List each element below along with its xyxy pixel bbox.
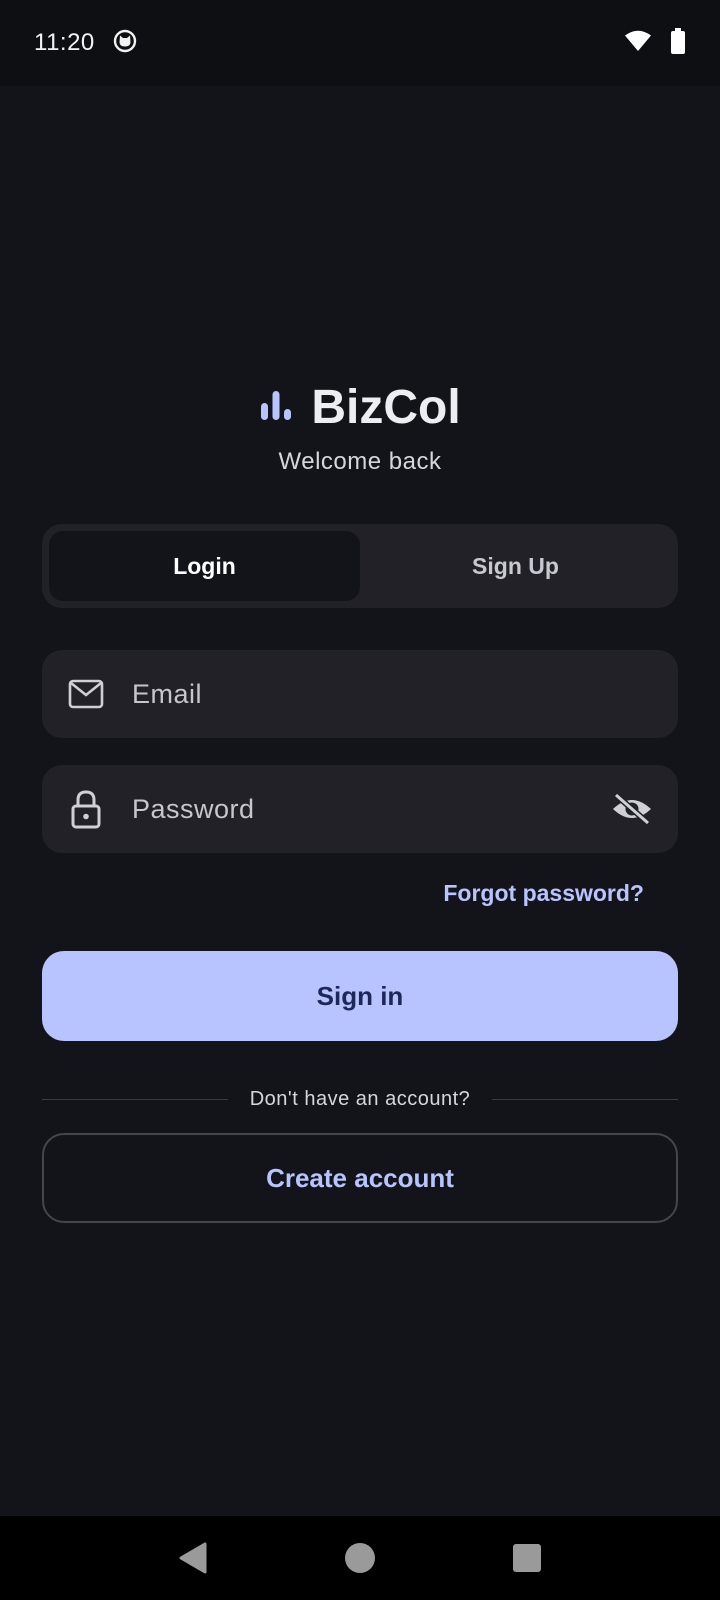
battery-icon: [670, 27, 686, 59]
password-field[interactable]: [42, 765, 678, 853]
forgot-password-link[interactable]: Forgot password?: [443, 880, 644, 907]
email-input[interactable]: [132, 678, 654, 710]
back-triangle-icon[interactable]: [173, 1538, 213, 1578]
divider-line-right: [492, 1098, 678, 1100]
app-name: BizCol: [311, 381, 461, 434]
navigation-bar: [0, 1516, 720, 1600]
wifi-icon: [624, 29, 652, 58]
mail-icon: [66, 674, 106, 714]
divider-line-left: [42, 1098, 228, 1100]
tab-login[interactable]: Login: [49, 531, 360, 601]
brand: BizCol: [0, 380, 720, 435]
recents-square-icon[interactable]: [507, 1538, 547, 1578]
tab-sign-up[interactable]: Sign Up: [360, 531, 671, 601]
password-input[interactable]: [132, 793, 610, 825]
bar-chart-icon: [259, 388, 293, 427]
status-left: 11:20: [34, 29, 137, 58]
lock-icon: [66, 789, 106, 829]
status-right: [624, 27, 686, 59]
status-bar: 11:20: [0, 0, 720, 86]
auth-tabs: Login Sign Up: [42, 524, 678, 608]
home-circle-icon[interactable]: [340, 1538, 380, 1578]
sign-in-button[interactable]: Sign in: [42, 951, 678, 1041]
divider: Don't have an account?: [42, 1084, 678, 1114]
login-screen: 11:20 BizCol Welcome back Login Sign Up …: [0, 0, 720, 1600]
welcome-subtitle: Welcome back: [278, 448, 442, 475]
create-account-button[interactable]: Create account: [42, 1133, 678, 1223]
status-time: 11:20: [34, 29, 95, 56]
email-field[interactable]: [42, 650, 678, 738]
cat-face-icon: [113, 29, 137, 58]
eye-off-icon[interactable]: [610, 787, 654, 831]
divider-text: Don't have an account?: [249, 1087, 471, 1110]
